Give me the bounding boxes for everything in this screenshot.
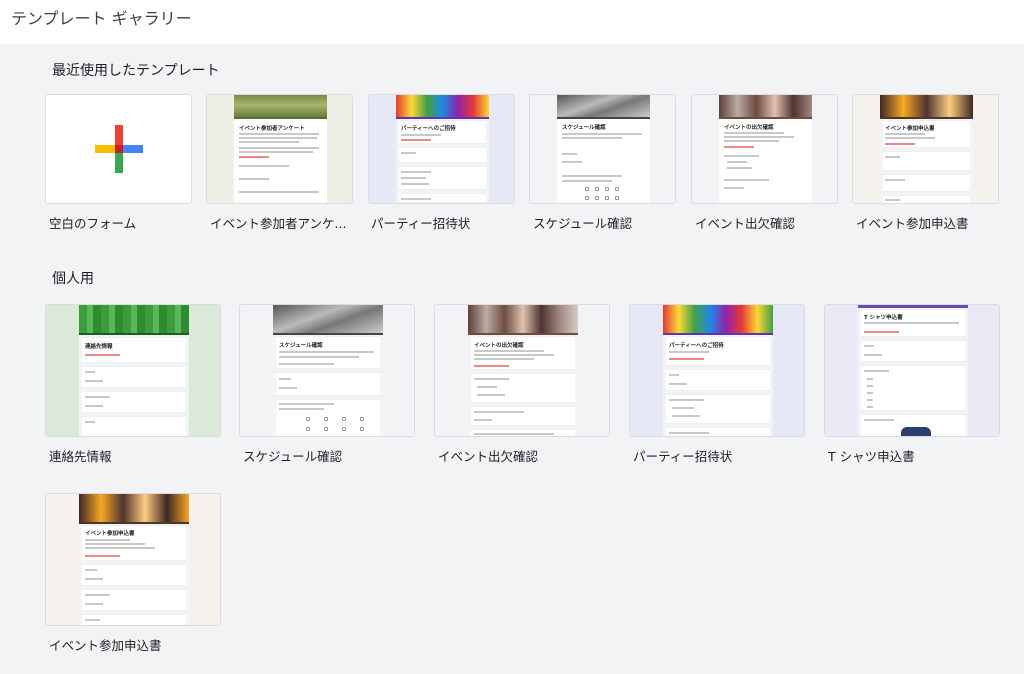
template-label-party-invite[interactable]: パーティー招待状: [371, 213, 511, 232]
thumb-title: スケジュール確認: [279, 343, 323, 349]
template-card-tshirt[interactable]: T シャツ申込書: [824, 304, 1000, 437]
thumb-title: イベント参加申込書: [885, 126, 935, 132]
thumb-title: イベントの出欠確認: [724, 125, 774, 131]
template-label-event-feedback[interactable]: イベント参加者アンケ...: [210, 213, 350, 232]
thumb-title: 連絡先情報: [85, 344, 113, 350]
plus-icon: [95, 125, 143, 173]
thumb-title: イベント参加申込書: [85, 531, 135, 537]
template-card-event-registration-personal[interactable]: イベント参加申込書: [45, 493, 221, 626]
template-label-schedule-personal[interactable]: スケジュール確認: [243, 446, 413, 465]
template-label-event-registration[interactable]: イベント参加申込書: [856, 213, 996, 232]
header-image: [663, 305, 773, 333]
section-title-recent: 最近使用したテンプレート: [52, 63, 220, 79]
template-card-party-invite-personal[interactable]: パーティーへのご招待: [629, 304, 805, 437]
template-card-event-feedback[interactable]: イベント参加者アンケート: [206, 94, 353, 204]
header-image: [234, 95, 327, 117]
template-label-contact-info[interactable]: 連絡先情報: [49, 446, 219, 465]
template-card-rsvp-personal[interactable]: イベントの出欠確認: [434, 304, 610, 437]
template-label-party-invite-personal[interactable]: パーティー招待状: [633, 446, 803, 465]
section-title-personal: 個人用: [52, 271, 94, 287]
header-image: [79, 305, 189, 333]
thumb-title: パーティーへのご招待: [401, 126, 456, 132]
template-card-schedule[interactable]: スケジュール確認: [529, 94, 676, 204]
thumb-title: パーティーへのご招待: [669, 343, 724, 349]
template-label-schedule[interactable]: スケジュール確認: [533, 213, 673, 232]
header-image: [880, 95, 973, 117]
template-card-rsvp[interactable]: イベントの出欠確認: [691, 94, 838, 204]
header-image: [719, 95, 812, 117]
header-image: [396, 95, 489, 117]
template-card-event-registration[interactable]: イベント参加申込書: [852, 94, 999, 204]
template-card-contact-info[interactable]: 連絡先情報: [45, 304, 221, 437]
template-card-party-invite[interactable]: パーティーへのご招待: [368, 94, 515, 204]
template-card-schedule-personal[interactable]: スケジュール確認: [239, 304, 415, 437]
thumb-title: スケジュール確認: [562, 125, 606, 131]
header-image: [557, 95, 650, 117]
page-title: テンプレート ギャラリー: [11, 9, 192, 28]
template-card-blank[interactable]: [45, 94, 192, 204]
header-image: [273, 305, 383, 333]
template-label-event-registration-personal[interactable]: イベント参加申込書: [49, 635, 219, 654]
header-image: [79, 494, 189, 522]
template-label-tshirt[interactable]: T シャツ申込書: [828, 446, 998, 465]
header-image: [468, 305, 578, 333]
thumb-title: T シャツ申込書: [864, 315, 903, 321]
template-label-rsvp[interactable]: イベント出欠確認: [695, 213, 835, 232]
thumb-title: イベント参加者アンケート: [239, 126, 305, 132]
template-label-rsvp-personal[interactable]: イベント出欠確認: [438, 446, 608, 465]
template-label-blank[interactable]: 空白のフォーム: [49, 213, 189, 232]
tshirt-icon: [901, 427, 931, 436]
thumb-title: イベントの出欠確認: [474, 343, 524, 349]
top-bar: テンプレート ギャラリー: [0, 0, 1024, 44]
